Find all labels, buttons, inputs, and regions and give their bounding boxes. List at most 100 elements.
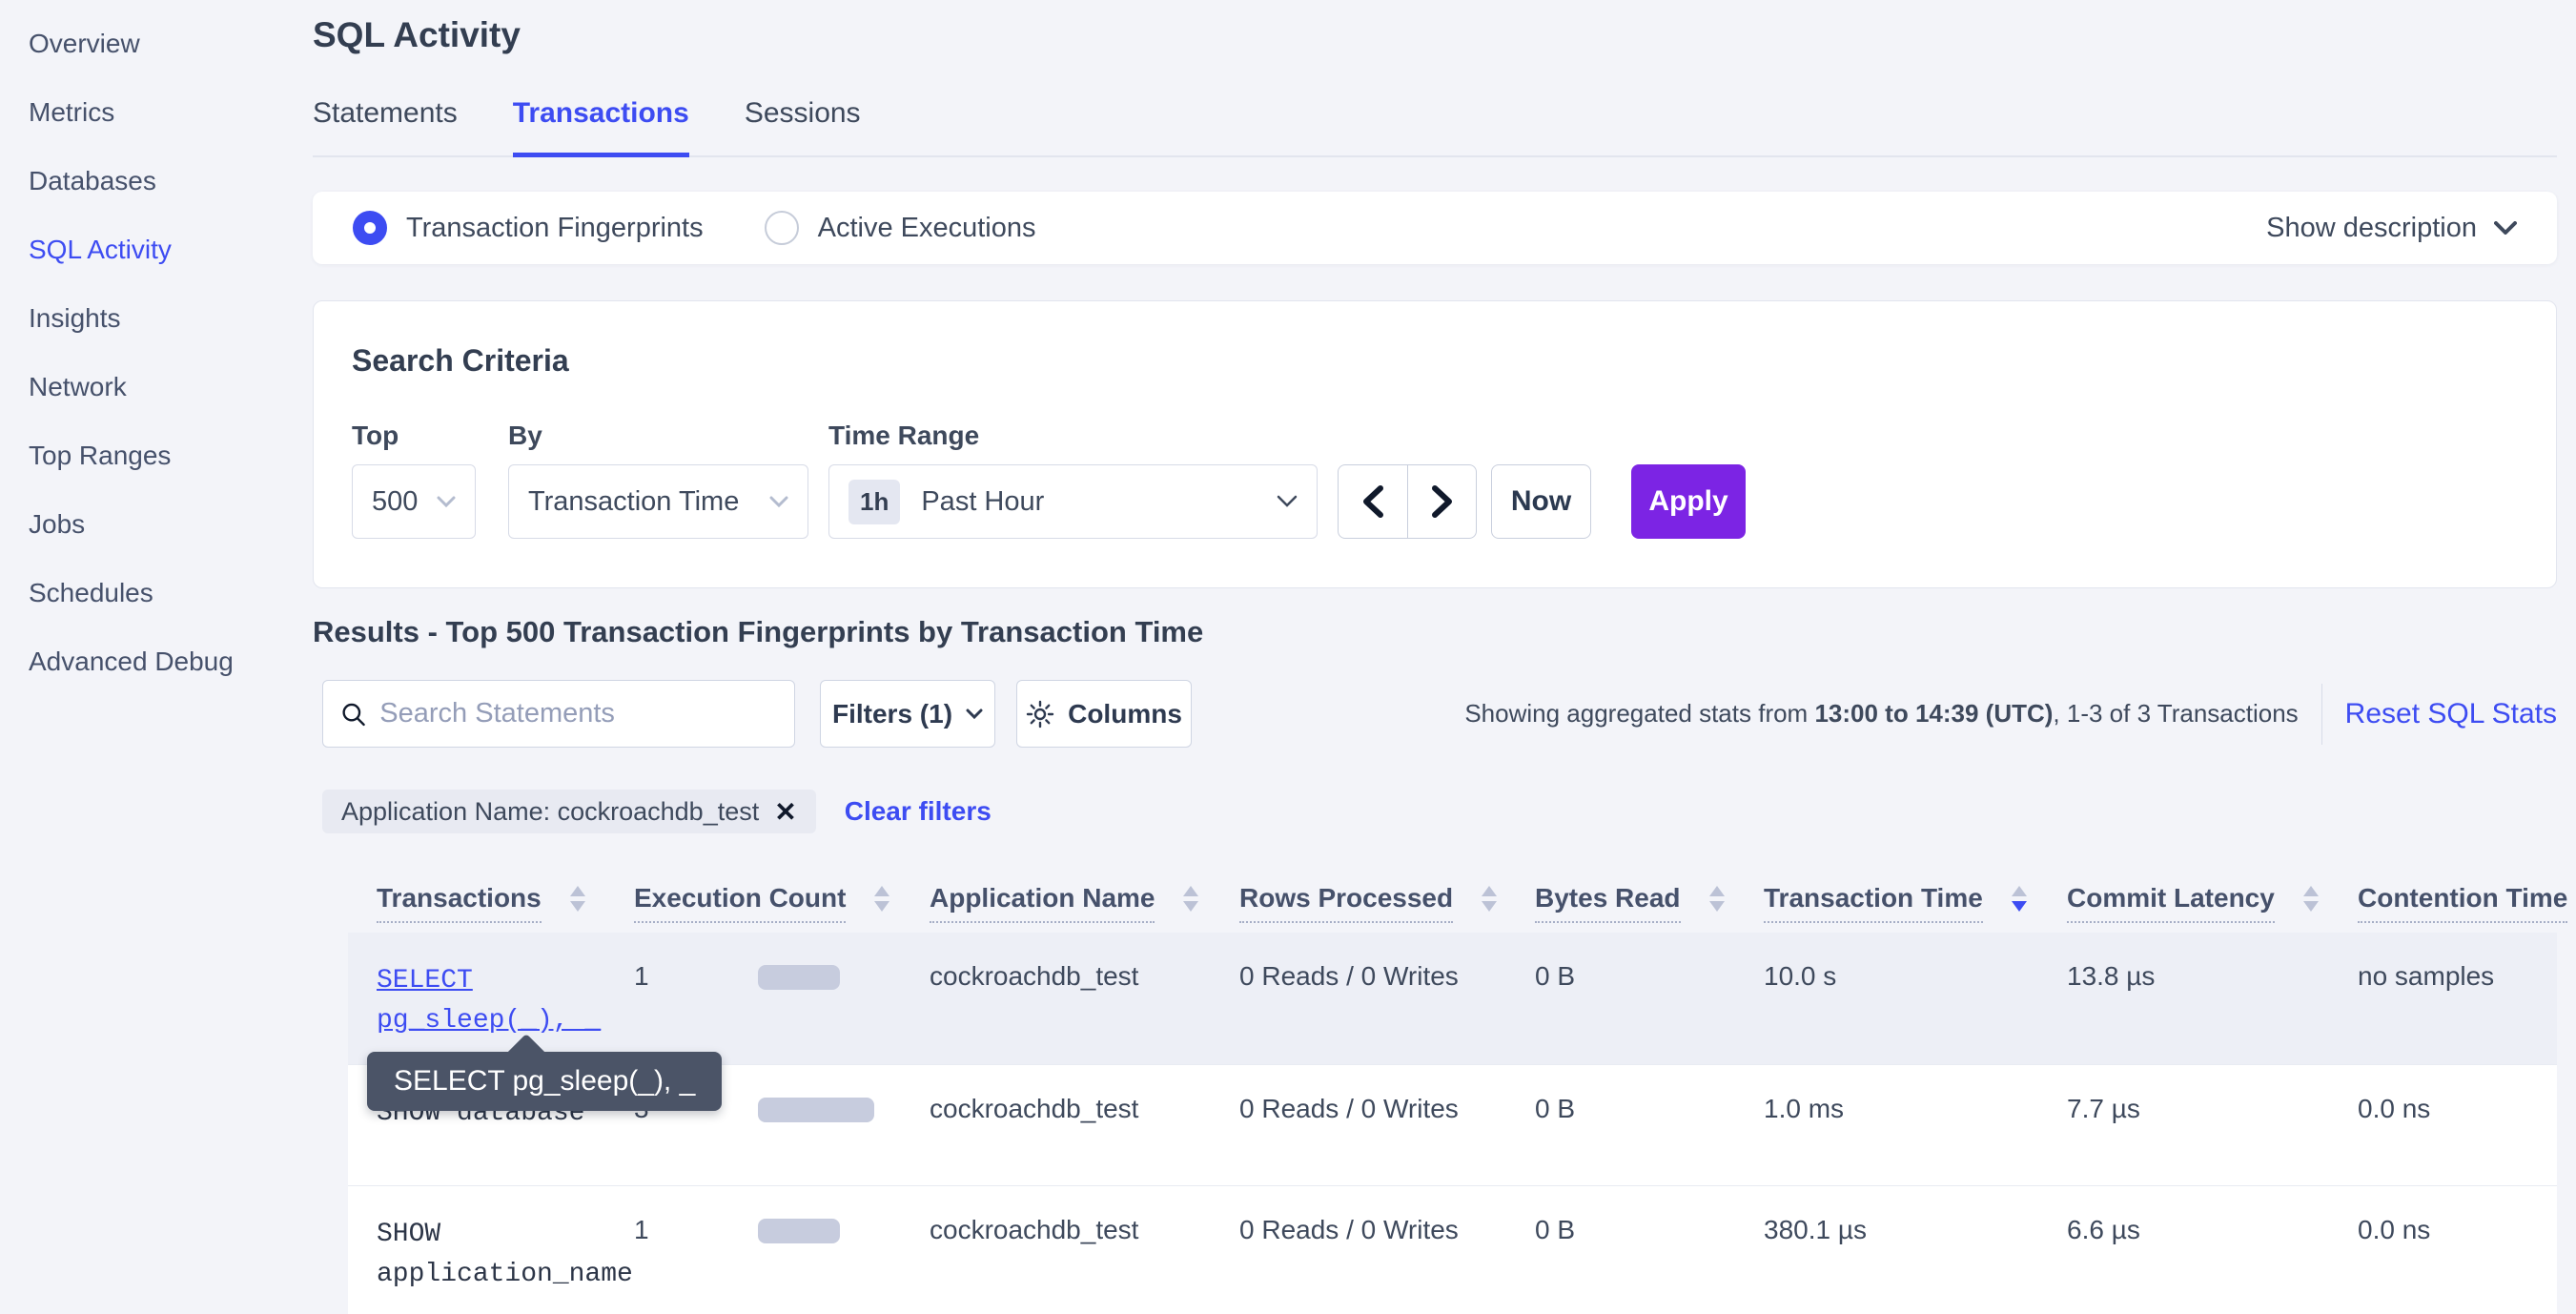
bytes-read-cell: 0 B <box>1535 1065 1764 1185</box>
commit-latency-cell: 7.7 µs <box>2067 1065 2358 1185</box>
sidebar-item-advanced-debug[interactable]: Advanced Debug <box>0 627 286 696</box>
columns-button[interactable]: Columns <box>1016 680 1192 748</box>
sort-icon[interactable] <box>2303 886 2319 912</box>
rows-processed-cell: 0 Reads / 0 Writes <box>1239 1186 1535 1314</box>
now-button[interactable]: Now <box>1491 464 1591 539</box>
sql-tooltip-text: SELECT pg_sleep(_), _ <box>394 1065 695 1098</box>
transaction-fingerprint-link[interactable]: SELECT pg_sleep(_), _ <box>377 966 601 1036</box>
tab-transactions[interactable]: Transactions <box>513 97 689 157</box>
transaction-fingerprint: SHOW application_name <box>377 1220 633 1289</box>
column-header-transaction-time[interactable]: Transaction Time <box>1764 883 2067 923</box>
execution-count-cell: 1 <box>634 933 930 1064</box>
column-header-application-name[interactable]: Application Name <box>930 883 1239 923</box>
chevron-down-icon <box>437 496 456 508</box>
clear-filters-link[interactable]: Clear filters <box>845 796 992 827</box>
application-name-cell: cockroachdb_test <box>930 933 1239 1064</box>
sidebar-item-schedules[interactable]: Schedules <box>0 559 286 627</box>
time-range-field: Time Range 1h Past Hour <box>828 421 1318 539</box>
time-range-select[interactable]: 1h Past Hour <box>828 464 1318 539</box>
column-header-transactions[interactable]: Transactions <box>377 883 634 923</box>
tab-statements[interactable]: Statements <box>313 97 458 157</box>
next-time-range-button[interactable] <box>1407 465 1476 538</box>
transaction-time-cell: 1.0 ms <box>1764 1065 2067 1185</box>
filter-chip-label: Application Name: cockroachdb_test <box>341 797 759 827</box>
column-header-commit-latency[interactable]: Commit Latency <box>2067 883 2358 923</box>
sidebar-item-insights[interactable]: Insights <box>0 284 286 353</box>
bytes-read-cell: 0 B <box>1535 1186 1764 1314</box>
gear-icon <box>1026 700 1054 729</box>
previous-time-range-button[interactable] <box>1339 465 1407 538</box>
show-description-label: Show description <box>2266 213 2477 244</box>
rows-processed-cell: 0 Reads / 0 Writes <box>1239 933 1535 1064</box>
filters-button[interactable]: Filters (1) <box>820 680 995 748</box>
radio-transaction-fingerprints[interactable]: Transaction Fingerprints <box>353 211 704 245</box>
sort-icon[interactable] <box>1482 886 1497 912</box>
tab-sessions[interactable]: Sessions <box>745 97 861 157</box>
filter-chip[interactable]: Application Name: cockroachdb_test ✕ <box>322 790 816 833</box>
radio-active-executions[interactable]: Active Executions <box>765 211 1036 245</box>
application-name-cell: cockroachdb_test <box>930 1186 1239 1314</box>
transaction-time-cell: 10.0 s <box>1764 933 2067 1064</box>
top-select[interactable]: 500 <box>352 464 476 539</box>
sort-up-icon <box>2012 886 2027 896</box>
column-header-rows-processed[interactable]: Rows Processed <box>1239 883 1535 923</box>
apply-button[interactable]: Apply <box>1631 464 1746 539</box>
search-icon <box>340 700 366 729</box>
view-toggle-options: Transaction Fingerprints Active Execution… <box>353 211 1036 245</box>
contention-time-cell: 0.0 ns <box>2358 1186 2557 1314</box>
bytes-read-cell: 0 B <box>1535 933 1764 1064</box>
column-header-execution-count[interactable]: Execution Count <box>634 883 930 923</box>
sort-down-icon <box>570 901 585 912</box>
column-header-label: Commit Latency <box>2067 883 2275 923</box>
search-input[interactable] <box>379 698 777 729</box>
top-select-value: 500 <box>372 486 418 518</box>
by-field: By Transaction Time <box>508 421 808 539</box>
columns-button-label: Columns <box>1068 699 1182 729</box>
show-description-toggle[interactable]: Show description <box>2266 213 2517 244</box>
sidebar-item-overview[interactable]: Overview <box>0 10 286 78</box>
column-header-label: Application Name <box>930 883 1155 923</box>
top-field: Top 500 <box>352 421 476 539</box>
sort-up-icon <box>1709 886 1725 896</box>
commit-latency-cell: 6.6 µs <box>2067 1186 2358 1314</box>
sort-up-icon <box>570 886 585 896</box>
sort-icon[interactable] <box>1183 886 1198 912</box>
time-range-arrows <box>1338 464 1477 539</box>
sort-up-icon <box>1183 886 1198 896</box>
sort-up-icon <box>1482 886 1497 896</box>
chevron-down-icon <box>2494 221 2517 236</box>
caret-right-icon <box>1432 485 1453 518</box>
reset-sql-stats-link[interactable]: Reset SQL Stats <box>2345 698 2557 730</box>
sql-tooltip: SELECT pg_sleep(_), _ <box>367 1052 722 1111</box>
sidebar-item-sql-activity[interactable]: SQL Activity <box>0 216 286 284</box>
sort-icon[interactable] <box>2012 886 2027 912</box>
by-select[interactable]: Transaction Time <box>508 464 808 539</box>
sort-icon[interactable] <box>1709 886 1725 912</box>
sidebar-item-network[interactable]: Network <box>0 353 286 421</box>
sidebar: OverviewMetricsDatabasesSQL ActivityInsi… <box>0 0 286 696</box>
close-icon[interactable]: ✕ <box>774 796 796 828</box>
main-content: SQL Activity Statements Transactions Sessi… <box>313 0 2557 1314</box>
sidebar-item-jobs[interactable]: Jobs <box>0 490 286 559</box>
sort-icon[interactable] <box>874 886 889 912</box>
results-heading: Results - Top 500 Transaction Fingerprin… <box>313 615 2557 649</box>
time-range-label: Time Range <box>828 421 1318 451</box>
active-filters-row: Application Name: cockroachdb_test ✕ Cle… <box>322 790 2557 833</box>
radio-icon <box>353 211 387 245</box>
column-header-label: Execution Count <box>634 883 846 923</box>
sidebar-item-metrics[interactable]: Metrics <box>0 78 286 147</box>
column-header-label: Transaction Time <box>1764 883 1983 923</box>
table-header-row: TransactionsExecution Count Application N… <box>348 856 2557 933</box>
table-body: SELECT pg_sleep(_), _1cockroachdb_test0 … <box>348 933 2557 1314</box>
radio-label: Transaction Fingerprints <box>406 213 704 244</box>
page-title: SQL Activity <box>313 15 2557 55</box>
search-criteria-row: Top 500 By Transaction Time Time Range 1… <box>352 421 2518 539</box>
transaction-time-value: 1.0 ms <box>1764 1094 2048 1124</box>
column-header-bytes-read[interactable]: Bytes Read <box>1535 883 1764 923</box>
chevron-down-icon <box>966 708 983 720</box>
execution-count-bar <box>758 1219 840 1243</box>
sidebar-item-top-ranges[interactable]: Top Ranges <box>0 421 286 490</box>
sidebar-item-databases[interactable]: Databases <box>0 147 286 216</box>
filters-button-label: Filters (1) <box>832 699 952 729</box>
sort-icon[interactable] <box>570 886 585 912</box>
